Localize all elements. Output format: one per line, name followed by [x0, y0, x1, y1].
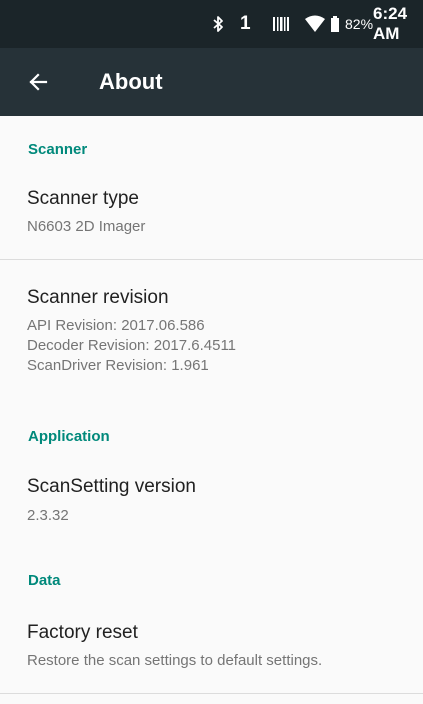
- divider: [0, 693, 423, 694]
- category-application: Application: [28, 428, 110, 445]
- pref-scansetting-version-title: ScanSetting version: [27, 476, 196, 497]
- status-bar: 1 82% 6:24 AM: [0, 0, 423, 48]
- pref-scanner-type-title: Scanner type: [27, 188, 139, 209]
- back-arrow-icon[interactable]: [22, 66, 54, 98]
- sim-indicator: 1: [240, 13, 251, 34]
- pref-scanner-type-summary: N6603 2D Imager: [27, 218, 146, 235]
- scandriver-revision: ScanDriver Revision: 1.961: [27, 357, 209, 374]
- pref-scanner-revision-title: Scanner revision: [27, 287, 169, 308]
- category-scanner: Scanner: [28, 141, 88, 158]
- wifi-icon: [304, 0, 326, 48]
- pref-factory-reset-title: Factory reset: [27, 622, 138, 643]
- clock: 6:24 AM: [373, 4, 408, 43]
- pref-factory-reset-summary: Restore the scan settings to default set…: [27, 652, 323, 669]
- bluetooth-icon: [212, 0, 228, 48]
- battery-percent: 82%: [345, 16, 374, 32]
- api-revision: API Revision: 2017.06.586: [27, 317, 205, 334]
- battery-icon: [330, 0, 340, 48]
- page-title: About: [99, 69, 163, 94]
- pref-scansetting-version-summary: 2.3.32: [27, 507, 69, 524]
- decoder-revision: Decoder Revision: 2017.6.4511: [27, 337, 237, 354]
- divider: [0, 259, 423, 260]
- app-bar: About: [0, 48, 423, 116]
- category-data: Data: [28, 572, 61, 589]
- scanner-status-icon: [272, 0, 294, 48]
